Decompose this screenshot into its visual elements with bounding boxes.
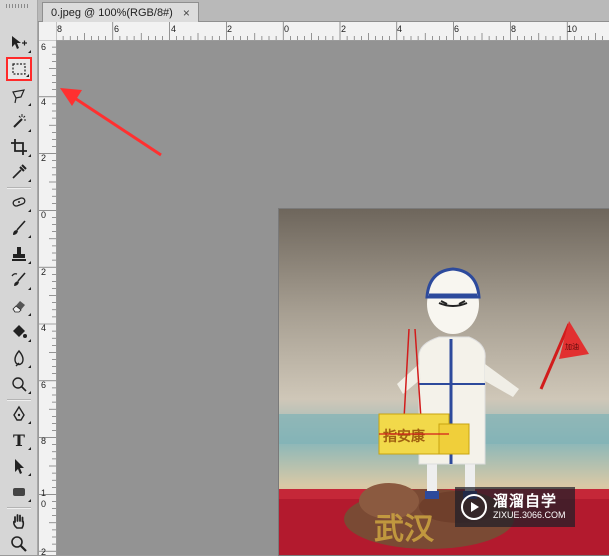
ruler-label: 8 (511, 24, 517, 34)
close-icon[interactable]: × (183, 6, 190, 20)
eraser-tool-button[interactable] (6, 294, 32, 318)
vertical-ruler[interactable]: 6 4 2 0 2 4 6 8 1 0 2 (39, 40, 57, 555)
rectangle-tool-button[interactable] (6, 480, 32, 504)
rectangular-marquee-tool-button[interactable] (6, 57, 32, 81)
hand-icon (13, 514, 25, 529)
ruler-label: 6 (114, 24, 120, 34)
history-brush-tool-button[interactable] (6, 268, 32, 292)
spot-healing-tool-button[interactable] (6, 190, 32, 214)
history-brush-icon (11, 272, 26, 286)
tools-panel: T (0, 0, 38, 555)
ruler-label: 10 (567, 24, 578, 34)
dodge-icon (12, 377, 27, 392)
crop-icon (11, 139, 27, 155)
bandage-icon (12, 197, 26, 207)
move-tool-button[interactable] (6, 31, 32, 55)
pen-icon (13, 405, 25, 421)
type-icon: T (13, 430, 25, 450)
ruler-label: 6 (41, 380, 47, 390)
ruler-label: 2 (341, 24, 347, 34)
blur-icon (14, 349, 24, 367)
watermark-logo: 溜溜自学 ZIXUE.3066.COM (455, 487, 575, 527)
document-tab-title: 0.jpeg @ 100%(RGB/8#) (51, 6, 173, 19)
ruler-label: 2 (41, 153, 47, 163)
pen-tool-button[interactable] (6, 402, 32, 426)
box-text: 指安康 (383, 428, 426, 445)
panel-grip[interactable] (6, 4, 30, 8)
ruler-label: 2 (227, 24, 233, 34)
ruler-label: 0 (284, 24, 290, 34)
document-tab-bar: 0.jpeg @ 100%(RGB/8#) × (38, 0, 609, 22)
blur-tool-button[interactable] (6, 346, 32, 370)
brush-tool-button[interactable] (6, 216, 32, 240)
ruler-origin[interactable] (39, 22, 57, 41)
horizontal-ruler-ticks (56, 22, 604, 40)
move-icon (12, 36, 27, 49)
hand-tool-button[interactable] (6, 509, 32, 533)
stamp-icon (12, 247, 26, 261)
brush-icon (13, 220, 26, 235)
ruler-label: 4 (41, 323, 47, 333)
zoom-icon (11, 536, 27, 552)
paint-bucket-tool-button[interactable] (6, 320, 32, 344)
horizontal-ruler[interactable]: 8 6 4 2 0 2 4 6 8 10 (56, 22, 609, 41)
dodge-tool-button[interactable] (6, 372, 32, 396)
magic-wand-tool-button[interactable] (6, 110, 32, 134)
clone-stamp-tool-button[interactable] (6, 242, 32, 266)
lasso-icon (12, 89, 25, 104)
zoom-tool-button[interactable] (6, 532, 32, 556)
annotation-arrow (60, 88, 162, 157)
ruler-label: 8 (41, 436, 47, 446)
toolbar-separator (7, 399, 31, 401)
rectangle-shape-icon (13, 488, 25, 496)
ruler-label: 4 (397, 24, 403, 34)
ruler-label: 2 (41, 547, 47, 555)
ruler-label: 4 (171, 24, 177, 34)
lasso-tool-button[interactable] (6, 84, 32, 108)
ruler-label: 0 (41, 499, 47, 509)
crop-tool-button[interactable] (6, 135, 32, 159)
vertical-ruler-ticks (39, 40, 56, 552)
ruler-label: 8 (57, 24, 63, 34)
path-selection-icon (15, 459, 24, 474)
flag-text: 加油 (565, 342, 579, 351)
eraser-icon (12, 301, 25, 313)
document-tab[interactable]: 0.jpeg @ 100%(RGB/8#) × (42, 2, 199, 22)
type-tool-button[interactable]: T (6, 428, 32, 452)
eyedropper-tool-button[interactable] (6, 160, 32, 184)
ruler-label: 1 (41, 488, 47, 498)
ruler-label: 6 (41, 42, 47, 52)
ruler-label: 4 (41, 97, 47, 107)
watermark-url: ZIXUE.3066.COM (493, 510, 566, 520)
magic-wand-icon (13, 114, 26, 128)
eyedropper-icon (12, 164, 27, 179)
path-selection-tool-button[interactable] (6, 454, 32, 478)
paint-bucket-icon (13, 325, 27, 338)
play-icon (461, 494, 487, 520)
ruler-label: 0 (41, 210, 47, 220)
toolbar-separator (7, 187, 31, 189)
banner-text: 武汉 (374, 512, 435, 547)
ruler-label: 6 (454, 24, 460, 34)
ruler-label: 2 (41, 267, 47, 277)
watermark-title: 溜溜自学 (493, 493, 558, 510)
